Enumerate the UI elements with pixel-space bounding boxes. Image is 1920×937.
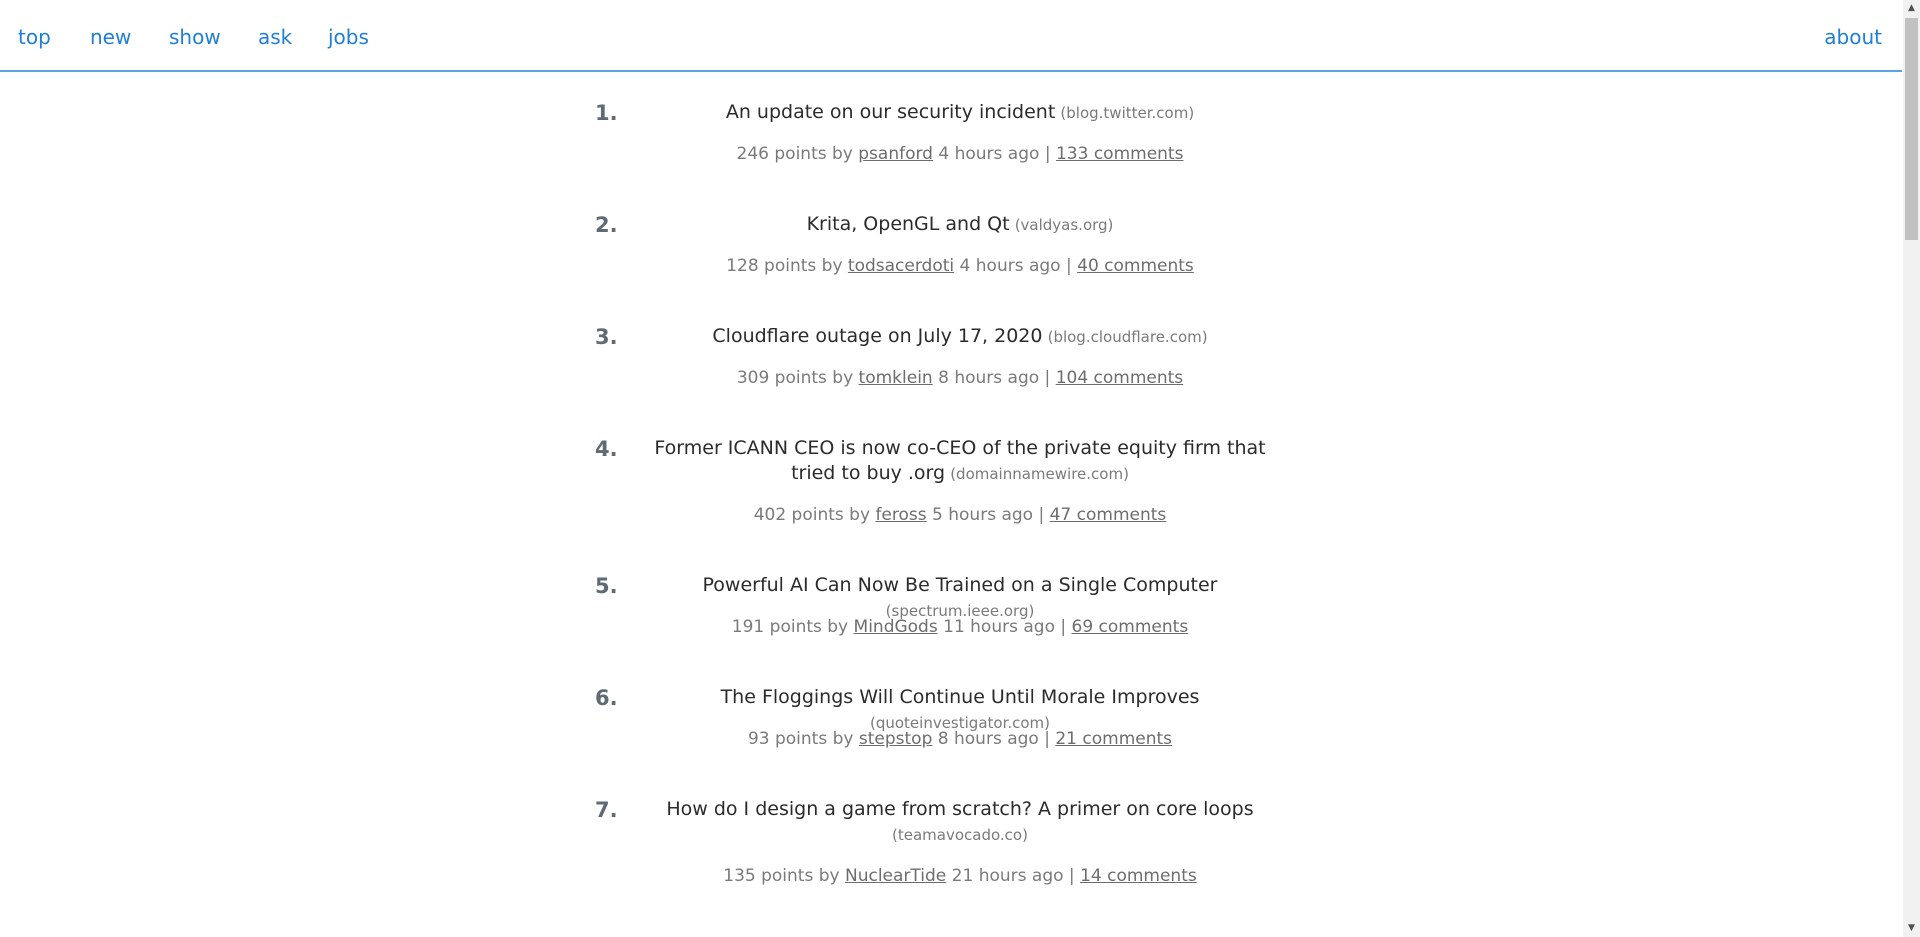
story-comments-link[interactable]: 133 comments [1056, 144, 1183, 164]
story-points: 402 points by [753, 505, 871, 525]
story-rank: 3. [595, 325, 618, 349]
story-age: 4 hours ago | [959, 256, 1072, 276]
story-age: 8 hours ago | [937, 729, 1050, 749]
story-comments-link[interactable]: 21 comments [1055, 729, 1172, 749]
story-points: 309 points by [736, 368, 854, 388]
story-title-block: Cloudflare outage on July 17, 2020 (blog… [640, 324, 1280, 350]
story-comments-link[interactable]: 69 comments [1072, 617, 1189, 637]
story-domain[interactable]: (valdyas.org) [1015, 216, 1114, 234]
story-title-link[interactable]: How do I design a game from scratch? A p… [666, 798, 1253, 820]
nav-link-show[interactable]: show [169, 24, 221, 50]
story-meta: 135 points by NuclearTide 21 hours ago |… [640, 864, 1280, 888]
story-item: 3. Cloudflare outage on July 17, 2020 (b… [588, 324, 1308, 404]
nav-link-new[interactable]: new [90, 24, 131, 50]
nav-link-jobs[interactable]: jobs [328, 24, 369, 50]
story-meta: 93 points by stepstop 8 hours ago | 21 c… [640, 727, 1280, 751]
story-rank: 7. [595, 798, 618, 822]
page: top new show ask jobs about 1. An update… [0, 0, 1920, 937]
story-comments-link[interactable]: 14 comments [1080, 866, 1197, 886]
story-domain[interactable]: (blog.cloudflare.com) [1048, 328, 1208, 346]
story-user-link[interactable]: tomklein [859, 368, 933, 388]
story-points: 191 points by [731, 617, 849, 637]
vertical-scrollbar[interactable]: ▲ ▼ [1903, 0, 1920, 937]
story-domain[interactable]: (blog.twitter.com) [1060, 104, 1194, 122]
story-domain[interactable]: (teamavocado.co) [892, 826, 1028, 844]
story-title-link[interactable]: Powerful AI Can Now Be Trained on a Sing… [703, 574, 1218, 596]
story-rank: 5. [595, 574, 618, 598]
story-comments-link[interactable]: 104 comments [1056, 368, 1183, 388]
story-item: 4. Former ICANN CEO is now co-CEO of the… [588, 436, 1308, 541]
story-title-block: An update on our security incident (blog… [640, 100, 1280, 126]
story-title-link[interactable]: Cloudflare outage on July 17, 2020 [712, 325, 1042, 347]
story-title-block: Former ICANN CEO is now co-CEO of the pr… [640, 436, 1280, 487]
story-domain[interactable]: (domainnamewire.com) [950, 465, 1129, 483]
story-user-link[interactable]: MindGods [854, 617, 938, 637]
story-title-link[interactable]: Krita, OpenGL and Qt [807, 213, 1010, 235]
story-item: 6. The Floggings Will Continue Until Mor… [588, 685, 1308, 765]
story-age: 11 hours ago | [943, 617, 1067, 637]
story-item: 5. Powerful AI Can Now Be Trained on a S… [588, 573, 1308, 653]
story-item: 7. How do I design a game from scratch? … [588, 797, 1308, 902]
scrollbar-thumb[interactable] [1905, 18, 1918, 240]
scroll-down-arrow-icon[interactable]: ▼ [1903, 920, 1920, 937]
story-meta: 402 points by feross 5 hours ago | 47 co… [640, 503, 1280, 527]
story-rank: 4. [595, 437, 618, 461]
story-points: 135 points by [723, 866, 840, 886]
story-user-link[interactable]: stepstop [859, 729, 933, 749]
story-item: 1. An update on our security incident (b… [588, 100, 1308, 180]
nav-link-ask[interactable]: ask [258, 24, 292, 50]
nav-link-top[interactable]: top [18, 24, 51, 50]
story-meta: 246 points by psanford 4 hours ago | 133… [640, 142, 1280, 166]
scroll-up-arrow-icon[interactable]: ▲ [1903, 0, 1920, 17]
story-title-link[interactable]: An update on our security incident [726, 101, 1055, 123]
story-comments-link[interactable]: 47 comments [1050, 505, 1167, 525]
story-rank: 2. [595, 213, 618, 237]
story-title-block: How do I design a game from scratch? A p… [640, 797, 1280, 848]
story-age: 4 hours ago | [938, 144, 1051, 164]
nav-link-about[interactable]: about [1824, 24, 1882, 50]
story-age: 5 hours ago | [932, 505, 1045, 525]
story-title-link[interactable]: The Floggings Will Continue Until Morale… [721, 686, 1200, 708]
story-points: 246 points by [736, 144, 853, 164]
story-meta: 128 points by todsacerdoti 4 hours ago |… [640, 254, 1280, 278]
story-age: 21 hours ago | [951, 866, 1075, 886]
story-rank: 1. [595, 101, 618, 125]
top-navigation-bar: top new show ask jobs about [0, 0, 1902, 72]
story-user-link[interactable]: todsacerdoti [848, 256, 954, 276]
story-points: 93 points by [747, 729, 854, 749]
story-user-link[interactable]: NuclearTide [845, 866, 946, 886]
story-item: 2. Krita, OpenGL and Qt (valdyas.org) 12… [588, 212, 1308, 292]
story-points: 128 points by [726, 256, 843, 276]
story-title-block: Krita, OpenGL and Qt (valdyas.org) [640, 212, 1280, 238]
story-meta: 191 points by MindGods 11 hours ago | 69… [640, 615, 1280, 639]
story-age: 8 hours ago | [938, 368, 1051, 388]
story-meta: 309 points by tomklein 8 hours ago | 104… [640, 366, 1280, 390]
story-user-link[interactable]: psanford [858, 144, 933, 164]
story-rank: 6. [595, 686, 618, 710]
story-comments-link[interactable]: 40 comments [1077, 256, 1194, 276]
story-user-link[interactable]: feross [875, 505, 926, 525]
